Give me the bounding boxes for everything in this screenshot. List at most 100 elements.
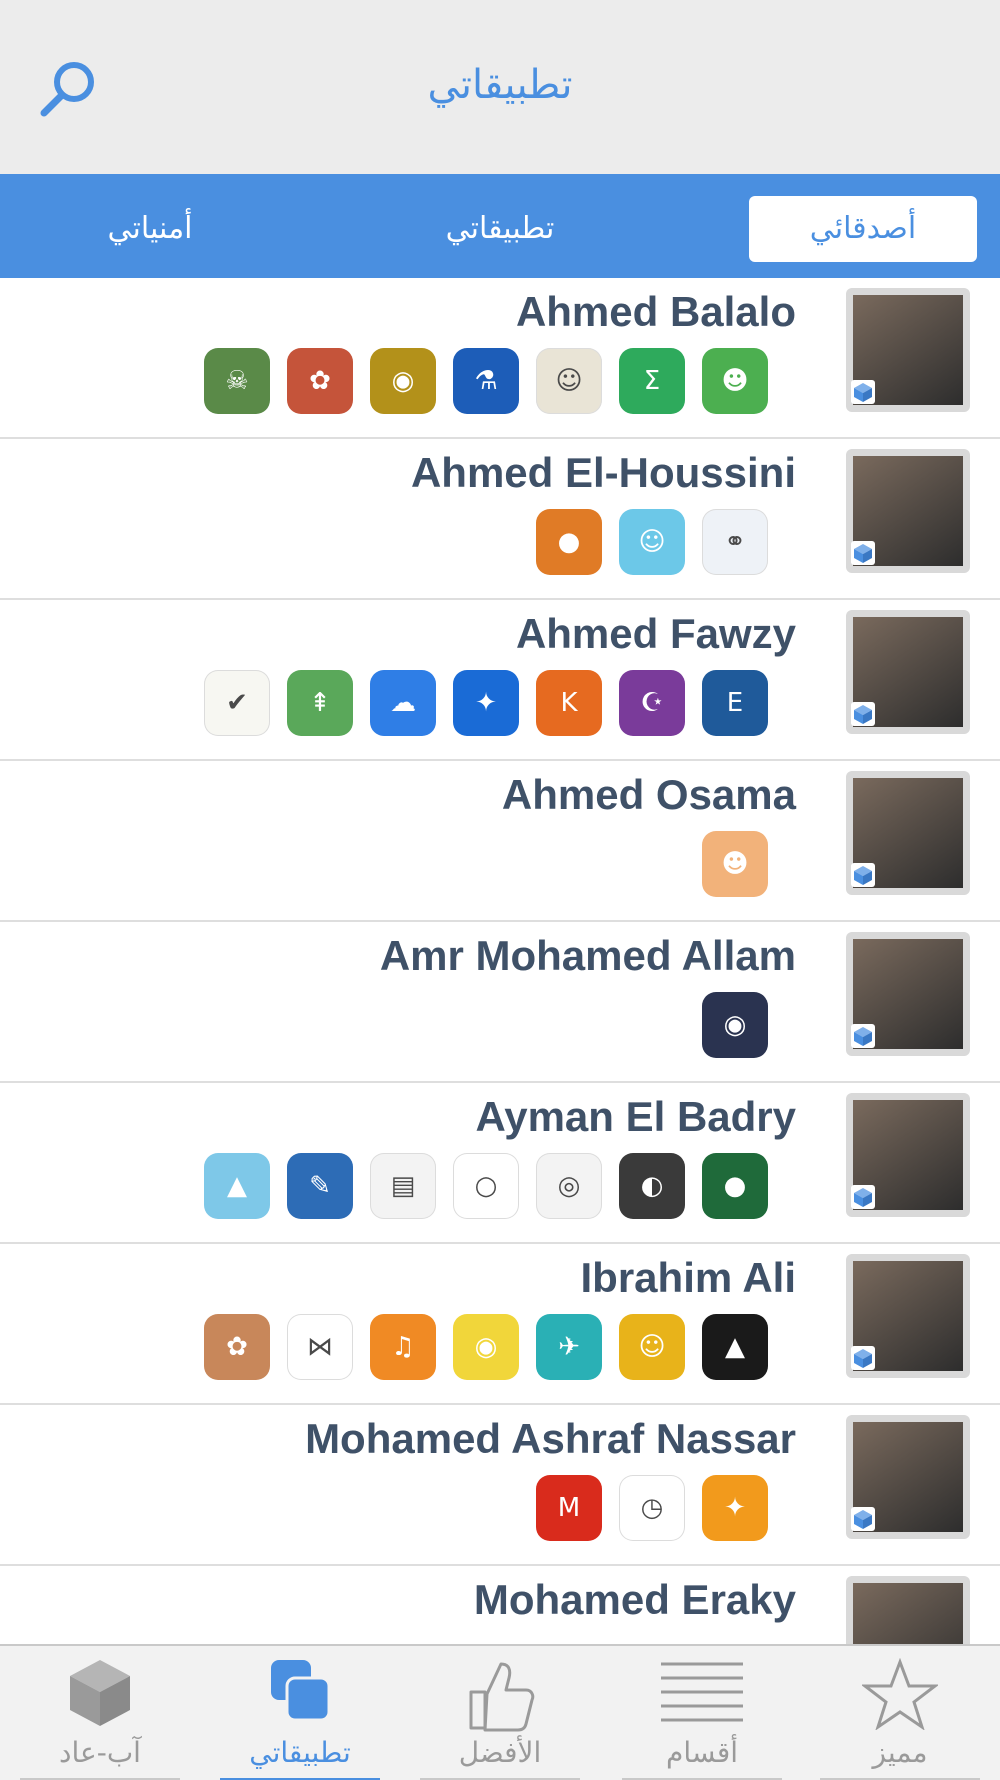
tab-friends[interactable]: أصدقائي: [749, 196, 977, 262]
tab-wishlist[interactable]: أمنياتي: [40, 196, 260, 262]
weather-cloud-icon[interactable]: ☁: [370, 670, 436, 736]
friend-name[interactable]: Ibrahim Ali: [581, 1254, 796, 1302]
fruit-game-icon[interactable]: ☺: [536, 348, 602, 414]
tabbar-item-categories[interactable]: أقسام: [612, 1646, 792, 1780]
friend-name[interactable]: Ahmed Osama: [502, 771, 796, 819]
mcdonalds-icon[interactable]: M: [536, 1475, 602, 1541]
friend-apps: ☻: [685, 831, 768, 897]
lab-flask-icon[interactable]: ⚗: [453, 348, 519, 414]
friend-row[interactable]: Mohamed Ashraf Nassar ✦ ◷ M: [0, 1405, 1000, 1566]
listen-arabic-icon[interactable]: ♫: [370, 1314, 436, 1380]
bottom-tab-bar: مميز أقسام الأفضل تطبيقاتي آب-عاد: [0, 1644, 1000, 1780]
mosque-icon[interactable]: ☪: [619, 670, 685, 736]
avatar[interactable]: [846, 771, 970, 895]
blueprint-icon[interactable]: ✎: [287, 1153, 353, 1219]
friend-apps: ◉: [685, 992, 768, 1058]
friend-row[interactable]: Ahmed Balalo ☻ Σ ☺ ⚗ ◉ ✿ ☠: [0, 278, 1000, 439]
cube-icon: [70, 1660, 130, 1726]
avatar[interactable]: [846, 1254, 970, 1378]
camera-lens-icon[interactable]: ◎: [536, 1153, 602, 1219]
zombie-game-icon[interactable]: ☠: [204, 348, 270, 414]
friend-name[interactable]: Ahmed Balalo: [516, 288, 796, 336]
cube-badge-icon: [851, 1024, 875, 1048]
bird-fly-icon[interactable]: ✈: [536, 1314, 602, 1380]
avatar[interactable]: [846, 449, 970, 573]
cube-badge-icon: [851, 380, 875, 404]
cartoon-game-icon[interactable]: ☺: [619, 1314, 685, 1380]
temple-run-icon[interactable]: ◉: [370, 348, 436, 414]
tab-my-apps[interactable]: تطبيقاتي: [390, 196, 610, 262]
friend-name[interactable]: Ahmed El-Houssini: [411, 449, 796, 497]
friend-apps: ⚭ ☺ ●: [519, 509, 768, 575]
racing-game-icon[interactable]: ◐: [619, 1153, 685, 1219]
calculator-sigma-icon[interactable]: Σ: [619, 348, 685, 414]
friend-name[interactable]: Mohamed Ashraf Nassar: [305, 1415, 796, 1463]
page-title: تطبيقاتي: [427, 62, 573, 108]
friend-row[interactable]: Ahmed El-Houssini ⚭ ☺ ●: [0, 439, 1000, 600]
cube-badge-icon: [851, 1185, 875, 1209]
avatar[interactable]: [846, 1415, 970, 1539]
friend-row[interactable]: Ahmed Fawzy E ☪ K ✦ ☁ ⇞ ✔: [0, 600, 1000, 761]
cube-badge-icon: [851, 541, 875, 565]
avatar[interactable]: [846, 610, 970, 734]
cat-eye-icon[interactable]: ◉: [702, 992, 768, 1058]
list-icon: [661, 1662, 743, 1722]
friends-list: Ahmed Balalo ☻ Σ ☺ ⚗ ◉ ✿ ☠ Ahmed El-Houssini ⚭ ☺ ● A…: [0, 278, 1000, 1727]
friend-name[interactable]: Ahmed Fawzy: [516, 610, 796, 658]
thumbs-up-icon: [469, 1662, 535, 1732]
checklist-icon[interactable]: ✔: [204, 670, 270, 736]
map-road-icon[interactable]: ⇞: [287, 670, 353, 736]
header: تطبيقاتي: [0, 0, 1000, 174]
slides-icon[interactable]: ▤: [370, 1153, 436, 1219]
orange-fruit-icon[interactable]: ●: [536, 509, 602, 575]
segmented-tabs: أصدقائي تطبيقاتي أمنياتي: [0, 174, 1000, 278]
friend-name[interactable]: Ayman El Badry: [475, 1093, 796, 1141]
tabbar-label: مميز: [872, 1736, 928, 1769]
avatar[interactable]: [846, 932, 970, 1056]
friend-apps: ✦ ◷ M: [519, 1475, 768, 1541]
recipe-box-icon[interactable]: ✿: [204, 1314, 270, 1380]
tabbar-item-top[interactable]: الأفضل: [410, 1646, 590, 1780]
cube-badge-icon: [851, 1346, 875, 1370]
tabbar-item-featured[interactable]: مميز: [810, 1646, 990, 1780]
tabbar-label: آب-عاد: [59, 1736, 141, 1769]
tabbar-label: تطبيقاتي: [249, 1736, 351, 1769]
tabbar-item-appad[interactable]: آب-عاد: [10, 1646, 190, 1780]
avatar[interactable]: [846, 288, 970, 412]
friend-row[interactable]: Ayman El Badry ● ◐ ◎ ○ ▤ ✎ ▲: [0, 1083, 1000, 1244]
bird-game-icon[interactable]: ✿: [287, 348, 353, 414]
friend-row[interactable]: Ahmed Osama ☻: [0, 761, 1000, 922]
world-of-goo-icon[interactable]: ◉: [453, 1314, 519, 1380]
mountain-peaks-icon[interactable]: ▲: [702, 1314, 768, 1380]
cube-badge-icon: [851, 863, 875, 887]
friend-apps: ▲ ☺ ✈ ◉ ♫ ⋈ ✿: [187, 1314, 768, 1380]
cube-badge-icon: [851, 1507, 875, 1531]
apps-stack-icon: [271, 1660, 331, 1722]
friend-name[interactable]: Mohamed Eraky: [474, 1576, 796, 1624]
clock-icon[interactable]: ◷: [619, 1475, 685, 1541]
tabbar-label: الأفضل: [458, 1736, 542, 1769]
tabbar-item-my-apps[interactable]: تطبيقاتي: [210, 1646, 390, 1780]
happy-face-icon[interactable]: ☻: [702, 831, 768, 897]
connect-circles-icon[interactable]: ⚭: [702, 509, 768, 575]
color-ring-icon[interactable]: ○: [453, 1153, 519, 1219]
friend-name[interactable]: Amr Mohamed Allam: [380, 932, 796, 980]
friend-row[interactable]: Ibrahim Ali ▲ ☺ ✈ ◉ ♫ ⋈ ✿: [0, 1244, 1000, 1405]
node-connect-icon[interactable]: ⋈: [287, 1314, 353, 1380]
waze-icon[interactable]: ☺: [619, 509, 685, 575]
cube-badge-icon: [851, 702, 875, 726]
avatar[interactable]: [846, 1093, 970, 1217]
chick-game-icon[interactable]: ✦: [702, 1475, 768, 1541]
star-icon: [862, 1658, 938, 1730]
orange-k-icon[interactable]: K: [536, 670, 602, 736]
contacts-app-icon[interactable]: ☻: [702, 348, 768, 414]
compass-icon[interactable]: ✦: [453, 670, 519, 736]
landscape-photo-icon[interactable]: ▲: [204, 1153, 270, 1219]
tabbar-label: أقسام: [665, 1736, 738, 1769]
friend-apps: E ☪ K ✦ ☁ ⇞ ✔: [187, 670, 768, 736]
friend-apps: ☻ Σ ☺ ⚗ ◉ ✿ ☠: [187, 348, 768, 414]
english-master-icon[interactable]: E: [702, 670, 768, 736]
friend-row[interactable]: Amr Mohamed Allam ◉: [0, 922, 1000, 1083]
friend-apps: ● ◐ ◎ ○ ▤ ✎ ▲: [187, 1153, 768, 1219]
rec-camera-icon[interactable]: ●: [702, 1153, 768, 1219]
